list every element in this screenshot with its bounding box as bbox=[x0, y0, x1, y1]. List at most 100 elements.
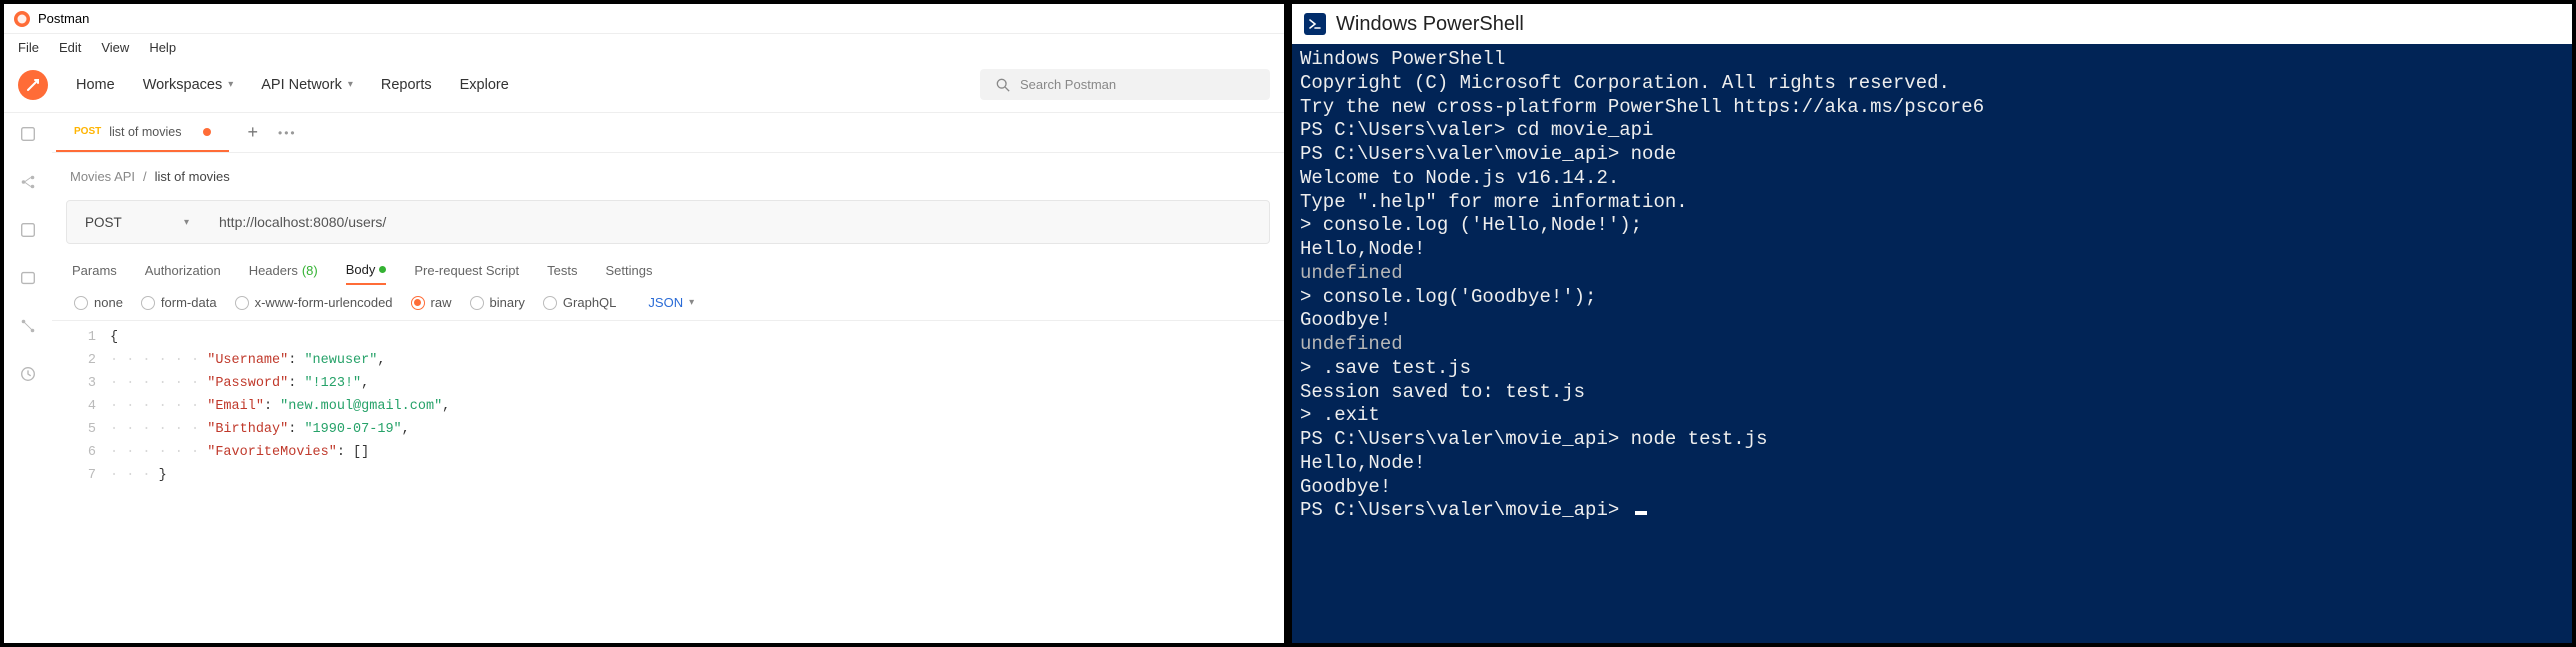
code: "newuser" bbox=[304, 353, 377, 368]
subtab-body-label: Body bbox=[346, 262, 376, 277]
body-editor[interactable]: 1{ 2· · · · · · "Username": "newuser", 3… bbox=[52, 321, 1284, 488]
subtab-headers[interactable]: Headers (8) bbox=[249, 262, 318, 279]
radio-none[interactable]: none bbox=[74, 295, 123, 310]
terminal-line: Goodbye! bbox=[1300, 309, 2564, 333]
breadcrumb: Movies API / list of movies bbox=[52, 153, 1284, 194]
radio-none-label: none bbox=[94, 295, 123, 310]
gutter: 7 bbox=[52, 465, 110, 488]
terminal-line: > console.log('Goodbye!'); bbox=[1300, 286, 2564, 310]
terminal-line: Type ".help" for more information. bbox=[1300, 191, 2564, 215]
search-input[interactable]: Search Postman bbox=[980, 69, 1270, 100]
gutter: 3 bbox=[52, 373, 110, 396]
radio-xform[interactable]: x-www-form-urlencoded bbox=[235, 295, 393, 310]
nav-apinet-label: API Network bbox=[261, 77, 342, 93]
titlebar: Postman bbox=[4, 4, 1284, 34]
code: "Birthday" bbox=[207, 422, 288, 437]
request-area: POST list of movies + ••• Movies API / l… bbox=[52, 113, 1284, 643]
breadcrumb-root[interactable]: Movies API bbox=[70, 169, 135, 184]
radio-graphql[interactable]: GraphQL bbox=[543, 295, 616, 310]
tab-method: POST bbox=[74, 126, 101, 137]
gutter: 6 bbox=[52, 442, 110, 465]
gutter: 5 bbox=[52, 419, 110, 442]
terminal-line: PS C:\Users\valer\movie_api> node bbox=[1300, 143, 2564, 167]
breadcrumb-sep: / bbox=[143, 169, 147, 184]
menu-help[interactable]: Help bbox=[149, 40, 176, 55]
request-subtabs: Params Authorization Headers (8) Body Pr… bbox=[52, 244, 1284, 289]
nav-api-network[interactable]: API Network ▾ bbox=[261, 77, 353, 93]
titlebar: Windows PowerShell bbox=[1292, 4, 2572, 44]
radio-binary-label: binary bbox=[490, 295, 525, 310]
left-sidebar bbox=[4, 113, 52, 643]
dot-icon bbox=[379, 266, 386, 273]
search-icon bbox=[996, 78, 1010, 92]
terminal-line: Session saved to: test.js bbox=[1300, 381, 2564, 405]
subtab-params[interactable]: Params bbox=[72, 262, 117, 279]
nav-workspaces[interactable]: Workspaces ▾ bbox=[143, 77, 234, 93]
code: "new.moul@gmail.com" bbox=[280, 399, 442, 414]
search-placeholder: Search Postman bbox=[1020, 77, 1116, 92]
code: "Password" bbox=[207, 376, 288, 391]
url-bar: POST ▾ bbox=[66, 200, 1270, 244]
radio-raw[interactable]: raw bbox=[411, 295, 452, 310]
menu-view[interactable]: View bbox=[101, 40, 129, 55]
nav-reports[interactable]: Reports bbox=[381, 77, 432, 93]
body-format-value: JSON bbox=[648, 295, 683, 310]
terminal-line: PS C:\Users\valer\movie_api> bbox=[1300, 499, 2564, 523]
code: } bbox=[159, 468, 167, 483]
collections-icon[interactable] bbox=[17, 123, 39, 145]
terminal-line: > .save test.js bbox=[1300, 357, 2564, 381]
app-menu: File Edit View Help bbox=[4, 34, 1284, 61]
code: { bbox=[110, 330, 118, 345]
subtab-prerequest[interactable]: Pre-request Script bbox=[414, 262, 519, 279]
subtab-authorization[interactable]: Authorization bbox=[145, 262, 221, 279]
cursor-icon bbox=[1635, 511, 1647, 515]
terminal-line: Windows PowerShell bbox=[1300, 48, 2564, 72]
tab-overflow-button[interactable]: ••• bbox=[278, 126, 297, 140]
nav-home[interactable]: Home bbox=[76, 77, 115, 93]
breadcrumb-current: list of movies bbox=[155, 169, 230, 184]
flows-icon[interactable] bbox=[17, 315, 39, 337]
url-input[interactable] bbox=[207, 214, 1269, 230]
gutter: 2 bbox=[52, 350, 110, 373]
menu-edit[interactable]: Edit bbox=[59, 40, 81, 55]
method-select[interactable]: POST ▾ bbox=[67, 215, 207, 230]
radio-formdata-label: form-data bbox=[161, 295, 217, 310]
subtab-body[interactable]: Body bbox=[346, 262, 387, 285]
unsaved-dot-icon bbox=[203, 128, 211, 136]
radio-binary[interactable]: binary bbox=[470, 295, 525, 310]
code: [] bbox=[353, 445, 369, 460]
terminal-line: Hello,Node! bbox=[1300, 238, 2564, 262]
history-icon[interactable] bbox=[17, 363, 39, 385]
code: "Username" bbox=[207, 353, 288, 368]
environments-icon[interactable] bbox=[17, 219, 39, 241]
terminal-line: PS C:\Users\valer> cd movie_api bbox=[1300, 119, 2564, 143]
nav-explore[interactable]: Explore bbox=[460, 77, 509, 93]
code: "FavoriteMovies" bbox=[207, 445, 337, 460]
powershell-icon bbox=[1304, 13, 1326, 35]
chevron-down-icon: ▾ bbox=[689, 297, 694, 308]
headers-count: (8) bbox=[302, 263, 318, 278]
code: "Email" bbox=[207, 399, 264, 414]
window-title: Postman bbox=[38, 11, 89, 26]
postman-icon bbox=[14, 11, 30, 27]
postman-logo-icon bbox=[18, 70, 48, 100]
terminal-line: Welcome to Node.js v16.14.2. bbox=[1300, 167, 2564, 191]
apis-icon[interactable] bbox=[17, 171, 39, 193]
subtab-settings[interactable]: Settings bbox=[605, 262, 652, 279]
terminal[interactable]: Windows PowerShellCopyright (C) Microsof… bbox=[1292, 44, 2572, 643]
code: "1990-07-19" bbox=[304, 422, 401, 437]
chevron-down-icon: ▾ bbox=[348, 79, 353, 90]
top-nav: Home Workspaces ▾ API Network ▾ Reports … bbox=[4, 61, 1284, 113]
new-tab-button[interactable]: + bbox=[247, 122, 258, 143]
mock-icon[interactable] bbox=[17, 267, 39, 289]
body-format-select[interactable]: JSON ▾ bbox=[648, 295, 694, 310]
chevron-down-icon: ▾ bbox=[184, 217, 189, 228]
terminal-line: Goodbye! bbox=[1300, 476, 2564, 500]
subtab-tests[interactable]: Tests bbox=[547, 262, 577, 279]
workspace-body: POST list of movies + ••• Movies API / l… bbox=[4, 113, 1284, 643]
menu-file[interactable]: File bbox=[18, 40, 39, 55]
tab-active[interactable]: POST list of movies bbox=[56, 113, 229, 152]
radio-formdata[interactable]: form-data bbox=[141, 295, 217, 310]
terminal-line: Hello,Node! bbox=[1300, 452, 2564, 476]
powershell-window: Windows PowerShell Windows PowerShellCop… bbox=[1288, 0, 2576, 647]
